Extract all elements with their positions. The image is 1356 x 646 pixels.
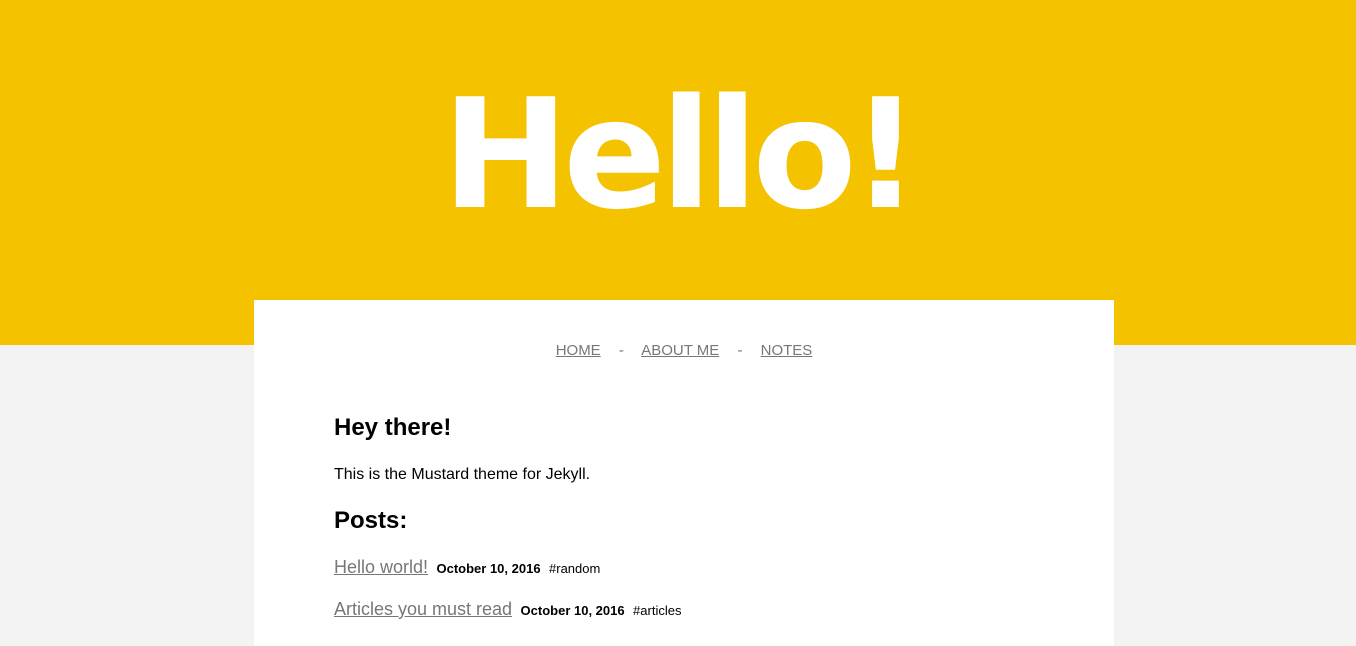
nav-link-notes[interactable]: NOTES [761, 342, 813, 359]
post-date: October 10, 2016 [436, 561, 541, 576]
post-item: Hello world! October 10, 2016 #random [334, 556, 1034, 580]
post-tag: #random [549, 561, 601, 576]
main-card: HOME - ABOUT ME - NOTES Hey there! This … [254, 300, 1114, 646]
nav-separator: - [737, 342, 743, 359]
intro-text: This is the Mustard theme for Jekyll. [334, 466, 591, 483]
post-title-link[interactable]: Hello world! [334, 557, 428, 577]
posts-heading: Posts: [334, 507, 408, 534]
greeting-heading: Hey there! [334, 414, 452, 441]
main-nav: HOME - ABOUT ME - NOTES [254, 342, 1114, 359]
post-title-link[interactable]: Articles you must read [334, 599, 512, 619]
hero-title: Hello! [441, 66, 920, 243]
content-area: Hey there! This is the Mustard theme for… [334, 410, 1034, 622]
nav-link-about-me[interactable]: ABOUT ME [641, 342, 719, 359]
nav-separator: - [618, 342, 624, 359]
post-tag: #articles [633, 603, 682, 618]
hero-banner: Hello! [0, 0, 1356, 345]
nav-link-home[interactable]: HOME [556, 342, 601, 359]
post-item: Articles you must read October 10, 2016 … [334, 598, 1034, 622]
post-date: October 10, 2016 [520, 603, 625, 618]
